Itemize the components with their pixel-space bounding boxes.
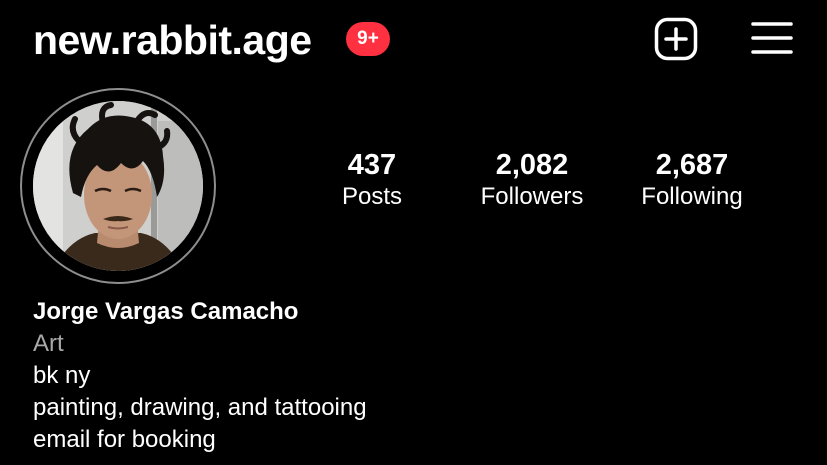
- posts-count: 437: [347, 149, 397, 181]
- posts-label: Posts: [341, 183, 403, 210]
- display-name: Jorge Vargas Camacho: [33, 298, 299, 325]
- profile-header: new.rabbit.age 9+: [0, 0, 827, 80]
- avatar[interactable]: [33, 101, 203, 271]
- notification-badge[interactable]: 9+: [346, 22, 390, 56]
- bio-line: bk ny: [33, 362, 91, 389]
- create-post-button[interactable]: [654, 17, 698, 61]
- followers-stat[interactable]: 2,082 Followers: [442, 148, 622, 212]
- category-label: Art: [33, 330, 64, 357]
- followers-count: 2,082: [495, 149, 569, 181]
- profile-photo: [33, 101, 203, 271]
- bio-line: email for booking: [33, 426, 216, 453]
- following-label: Following: [641, 183, 743, 210]
- followers-label: Followers: [480, 183, 584, 210]
- menu-button[interactable]: [750, 20, 794, 56]
- following-count: 2,687: [655, 149, 729, 181]
- hamburger-menu-icon: [751, 22, 793, 54]
- plus-square-icon: [654, 17, 698, 61]
- profile-bio: Jorge Vargas Camacho Art bk ny painting,…: [33, 296, 793, 456]
- bio-line: painting, drawing, and tattooing: [33, 394, 367, 421]
- posts-stat[interactable]: 437 Posts: [282, 148, 462, 212]
- username-title[interactable]: new.rabbit.age: [33, 15, 312, 65]
- following-stat[interactable]: 2,687 Following: [602, 148, 782, 212]
